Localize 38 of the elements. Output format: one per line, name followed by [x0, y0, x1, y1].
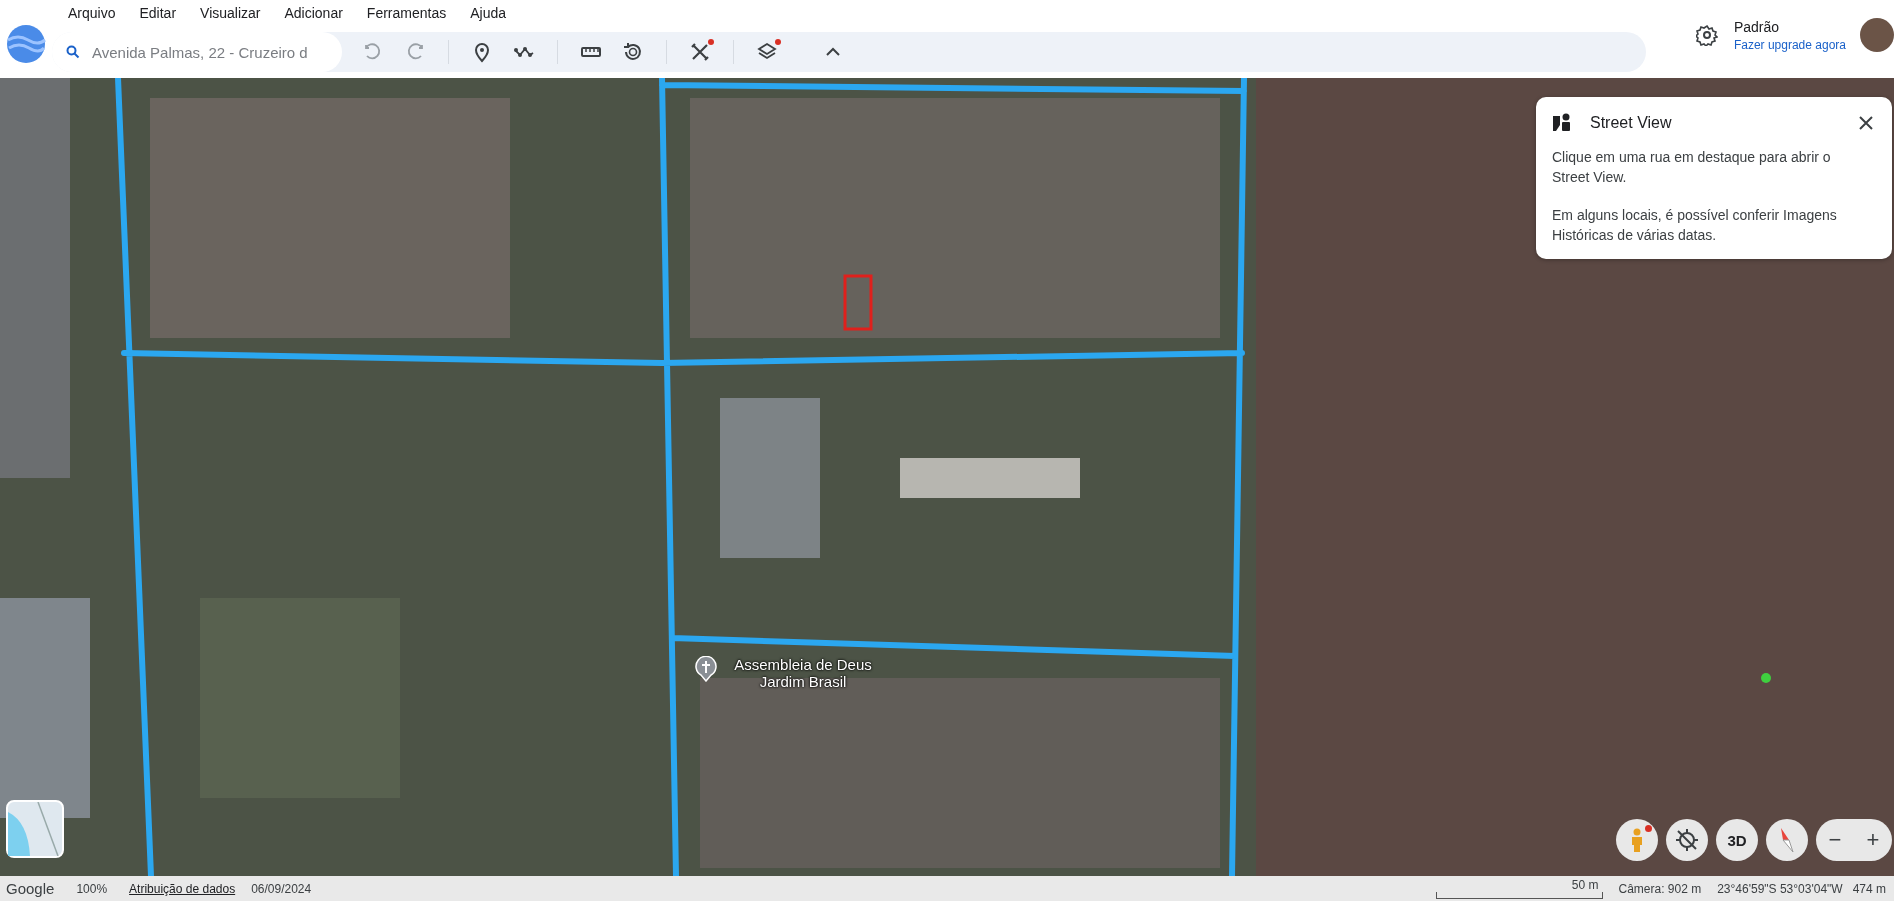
menu-item[interactable]: Visualizar [188, 4, 273, 22]
camera-altitude: Câmera: 902 m [1618, 881, 1702, 896]
data-attribution-link[interactable]: Atribuição de dados [129, 881, 236, 896]
person-icon [1630, 828, 1644, 852]
menu-item[interactable]: Adicionar [272, 4, 355, 22]
scale-label: 50 m [1571, 878, 1599, 892]
search-icon [66, 45, 80, 59]
upgrade-link[interactable]: Fazer upgrade agora [1733, 37, 1846, 52]
zoom-level: 100% [76, 881, 108, 896]
crossed-tools-icon [689, 41, 711, 63]
notification-dot [708, 39, 714, 45]
notification-dot [1645, 825, 1652, 832]
settings-icon[interactable] [1695, 24, 1718, 46]
card-text: Clique em uma rua em destaque para abrir o Street View. [1552, 148, 1832, 187]
street-view-icon [1552, 113, 1572, 133]
avatar-placeholder[interactable] [1860, 18, 1894, 52]
app-logo-icon [6, 24, 46, 64]
map-thumbnail-button[interactable] [6, 800, 64, 858]
elevation: 474 m [1852, 881, 1886, 896]
notification-dot [775, 39, 781, 45]
zoom-out-button[interactable]: − [1816, 819, 1854, 861]
menu-item[interactable]: Ajuda [458, 4, 519, 22]
card-text: Em alguns locais, é possível conferir Imagens Históricas de várias datas. [1552, 206, 1838, 245]
card-title: Street View [1590, 114, 1673, 132]
imagery-date: 06/09/2024 [251, 881, 312, 896]
crosshair-off-icon [1674, 827, 1700, 853]
place-label[interactable]: Assembleia de Deus Jardim Brasil [723, 656, 883, 690]
zoom-in-button[interactable]: + [1854, 819, 1892, 861]
coordinates: 23°46'59"S 53°03'04"W [1717, 881, 1843, 896]
cross-pin-icon [695, 656, 717, 682]
mini-map-icon [8, 802, 62, 856]
clock-arrow-icon [622, 41, 644, 63]
google-brand: Google [6, 880, 55, 897]
search-field[interactable]: Avenida Palmas, 22 - Cruzeiro d [52, 32, 342, 72]
menu-item[interactable]: Arquivo [56, 4, 128, 22]
menu-item[interactable]: Ferramentas [354, 4, 459, 22]
plan-label: Padrão [1733, 18, 1781, 35]
menu-item[interactable]: Editar [127, 4, 189, 22]
